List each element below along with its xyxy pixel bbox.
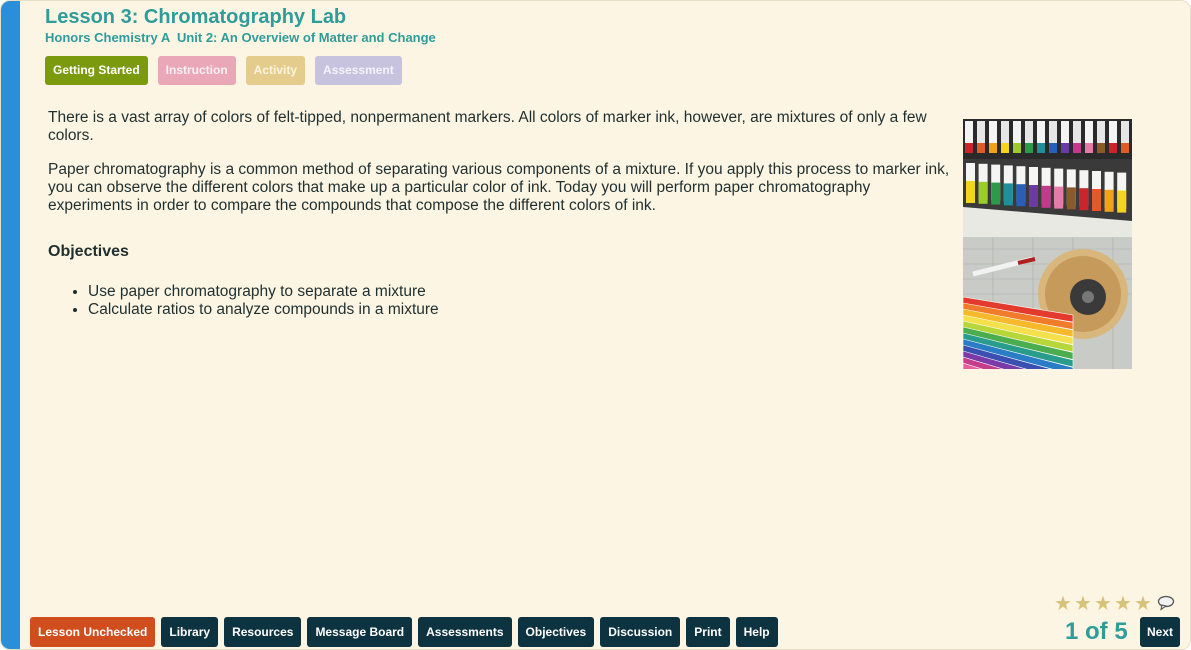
lesson-tabs: Getting Started Instruction Activity Ass…	[45, 56, 402, 85]
star-icon[interactable]: ★	[1053, 594, 1073, 614]
tab-getting-started[interactable]: Getting Started	[45, 56, 148, 85]
course-subtitle: Honors Chemistry A Unit 2: An Overview o…	[45, 30, 436, 45]
lesson-title: Lesson 3: Chromatography Lab	[45, 6, 347, 28]
intro-paragraph: There is a vast array of colors of felt-…	[48, 109, 927, 144]
tab-instruction[interactable]: Instruction	[157, 56, 236, 85]
list-item: Use paper chromatography to separate a m…	[88, 283, 953, 301]
star-icon[interactable]: ★	[1093, 594, 1113, 614]
left-accent-bar	[1, 1, 20, 649]
objectives-list: Use paper chromatography to separate a m…	[48, 283, 953, 319]
footer-toolbar: Lesson Unchecked Library Resources Messa…	[30, 617, 778, 647]
library-button[interactable]: Library	[161, 617, 219, 647]
star-icon[interactable]: ★	[1113, 594, 1133, 614]
rating-stars: ★ ★ ★ ★ ★	[1053, 594, 1153, 614]
discussion-button[interactable]: Discussion	[600, 617, 681, 647]
message-board-button[interactable]: Message Board	[307, 617, 413, 647]
print-button[interactable]: Print	[686, 617, 730, 647]
page-indicator: 1 of 5	[1065, 618, 1128, 645]
markers-photo	[963, 119, 1132, 369]
next-button[interactable]: Next	[1140, 617, 1181, 647]
help-button[interactable]: Help	[735, 617, 778, 647]
star-icon[interactable]: ★	[1133, 594, 1153, 614]
assessments-button[interactable]: Assessments	[418, 617, 512, 647]
objectives-heading: Objectives	[48, 243, 129, 260]
chromatography-paragraph: Paper chromatography is a common method …	[48, 161, 950, 214]
resources-button[interactable]: Resources	[224, 617, 302, 647]
star-icon[interactable]: ★	[1073, 594, 1093, 614]
comment-icon[interactable]	[1157, 595, 1175, 616]
tab-activity[interactable]: Activity	[245, 56, 306, 85]
tab-assessment[interactable]: Assessment	[315, 56, 402, 85]
lesson-unchecked-button[interactable]: Lesson Unchecked	[30, 617, 156, 647]
list-item: Calculate ratios to analyze compounds in…	[88, 301, 953, 319]
objectives-button[interactable]: Objectives	[517, 617, 595, 647]
lesson-window: Lesson 3: Chromatography Lab Honors Chem…	[0, 0, 1191, 650]
lesson-content: There is a vast array of colors of felt-…	[48, 109, 953, 319]
